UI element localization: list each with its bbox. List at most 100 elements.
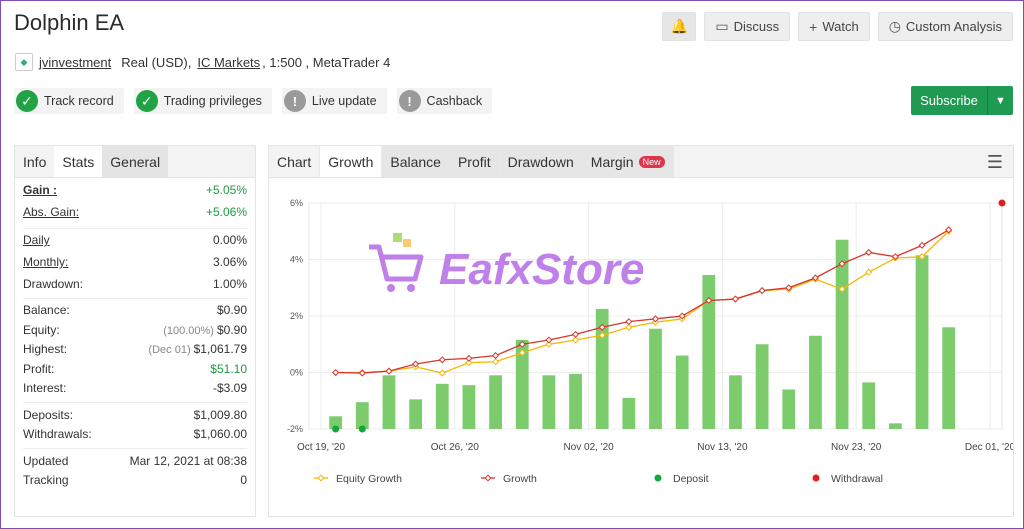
series-point (572, 330, 580, 338)
tab-growth[interactable]: Growth (320, 146, 383, 177)
stat-updated: Updated Mar 12, 2021 at 08:38 (23, 453, 247, 468)
growth-bar (462, 385, 476, 429)
growth-chart: 6% 4% 2% 0% -2% Oct 19, '20 Oct 26, '20 Nov 02,… (287, 198, 1013, 485)
x-tick-label: Nov 13, '20 (697, 442, 748, 453)
legend-dot (654, 474, 662, 482)
legend-label: Deposit (673, 473, 709, 485)
growth-bar (755, 344, 769, 429)
growth-bar (835, 239, 849, 429)
series-point (545, 336, 553, 344)
growth-bar (888, 423, 902, 429)
series-point (758, 287, 766, 295)
growth-bar (355, 402, 369, 429)
verification-badges: ✓ Track record ✓ Trading privileges ! Live … (14, 88, 493, 114)
growth-bar (622, 397, 636, 429)
legend-item: Growth (481, 473, 537, 485)
legend-item: Deposit (654, 473, 709, 485)
stat-drawdown: Drawdown: 1.00% (23, 276, 247, 291)
stat-gain: Gain : +5.05% (23, 182, 247, 197)
live-update-badge[interactable]: ! Live update (281, 88, 387, 114)
stats-panel: Info Stats General Gain : +5.05% Abs. Gai… (14, 145, 256, 517)
legend-item: Equity Growth (314, 473, 402, 485)
growth-bar (489, 375, 502, 429)
check-icon: ✓ (135, 90, 158, 112)
deposit-marker (332, 425, 340, 433)
growth-bar (542, 375, 556, 429)
series-point (438, 369, 446, 377)
legend-label: Equity Growth (336, 473, 402, 485)
growth-bar (942, 327, 956, 429)
tab-general[interactable]: General (102, 146, 169, 177)
series-point (731, 295, 739, 303)
x-tick-label: Dec 01, '20 (965, 442, 1013, 453)
stat-interest: Interest: -$3.09 (23, 381, 247, 396)
cashback-badge[interactable]: ! Cashback (396, 88, 493, 114)
trading-privileges-badge[interactable]: ✓ Trading privileges (133, 88, 272, 114)
growth-bar (382, 375, 396, 429)
tab-drawdown[interactable]: Drawdown (499, 146, 583, 177)
stat-withdrawals: Withdrawals: $1,060.00 (23, 427, 247, 442)
series-point (438, 356, 446, 364)
growth-bar (729, 375, 742, 429)
notify-button[interactable]: 🔔 (662, 12, 697, 41)
track-record-badge[interactable]: ✓ Track record (14, 88, 124, 114)
discuss-button[interactable]: ▭ Discuss (704, 12, 791, 41)
y-tick-label: -2% (287, 424, 303, 434)
tab-profit[interactable]: Profit (449, 146, 500, 177)
legend-marker (317, 474, 325, 482)
deposit-marker (358, 425, 366, 433)
series-point (385, 367, 393, 375)
stat-balance: Balance: $0.90 (23, 303, 247, 318)
growth-bar (649, 328, 662, 429)
custom-analysis-button[interactable]: ◷ Custom Analysis (877, 12, 1013, 41)
subscribe-button[interactable]: Subscribe ▼ (911, 86, 1013, 115)
stat-daily: Daily 0.00% (23, 233, 247, 248)
series-point (865, 248, 873, 256)
series-point (625, 318, 633, 326)
watermark-text: EafxStore (439, 245, 644, 294)
growth-bar (862, 382, 876, 429)
user-link[interactable]: jvinvestment (39, 55, 111, 70)
stats-tabs: Info Stats General (15, 146, 255, 178)
legend-dot (812, 474, 820, 482)
legend-item: Withdrawal (812, 473, 883, 485)
tab-info[interactable]: Info (15, 146, 54, 177)
exclamation-icon: ! (398, 90, 421, 112)
tab-chart[interactable]: Chart (269, 146, 321, 177)
legend-marker (484, 474, 492, 482)
exclamation-icon: ! (283, 90, 306, 112)
stat-monthly: Monthly: 3.06% (23, 255, 247, 269)
stat-highest: Highest: (Dec 01) $1,061.79 (23, 342, 247, 357)
header-actions: 🔔 ▭ Discuss + Watch ◷ Custom Analysis (662, 12, 1013, 41)
growth-bar (809, 335, 822, 429)
stat-equity: Equity: (100.00%) $0.90 (23, 322, 247, 337)
series-point (492, 358, 500, 366)
legend-label: Withdrawal (831, 473, 883, 485)
broker-link[interactable]: IC Markets (197, 55, 260, 70)
tab-margin[interactable]: Margin New (582, 146, 674, 177)
growth-bar (409, 399, 423, 429)
growth-bar (782, 389, 796, 429)
chevron-down-icon[interactable]: ▼ (987, 86, 1013, 115)
x-tick-label: Nov 23, '20 (831, 442, 882, 453)
tab-balance[interactable]: Balance (382, 146, 450, 177)
plus-icon: + (809, 18, 818, 35)
series-point (465, 354, 473, 362)
y-tick-label: 6% (290, 198, 303, 208)
tab-stats[interactable]: Stats (54, 146, 103, 177)
series-point (918, 241, 926, 249)
bell-icon: 🔔 (670, 18, 689, 34)
growth-bar (915, 255, 929, 429)
x-tick-label: Nov 02, '20 (563, 442, 614, 453)
growth-bar (569, 373, 582, 429)
growth-bar (675, 355, 689, 429)
stat-abs-gain: Abs. Gain: +5.06% (23, 204, 247, 219)
series-point (492, 352, 500, 360)
watch-button[interactable]: + Watch (798, 12, 870, 41)
filter-settings-icon[interactable]: ☰ (987, 152, 1003, 173)
x-tick-label: Oct 19, '20 (297, 442, 345, 453)
withdrawal-marker (998, 199, 1006, 207)
watermark-cart-icon (369, 233, 424, 292)
clock-icon: ◷ (888, 18, 901, 34)
x-tick-label: Oct 26, '20 (431, 442, 479, 453)
